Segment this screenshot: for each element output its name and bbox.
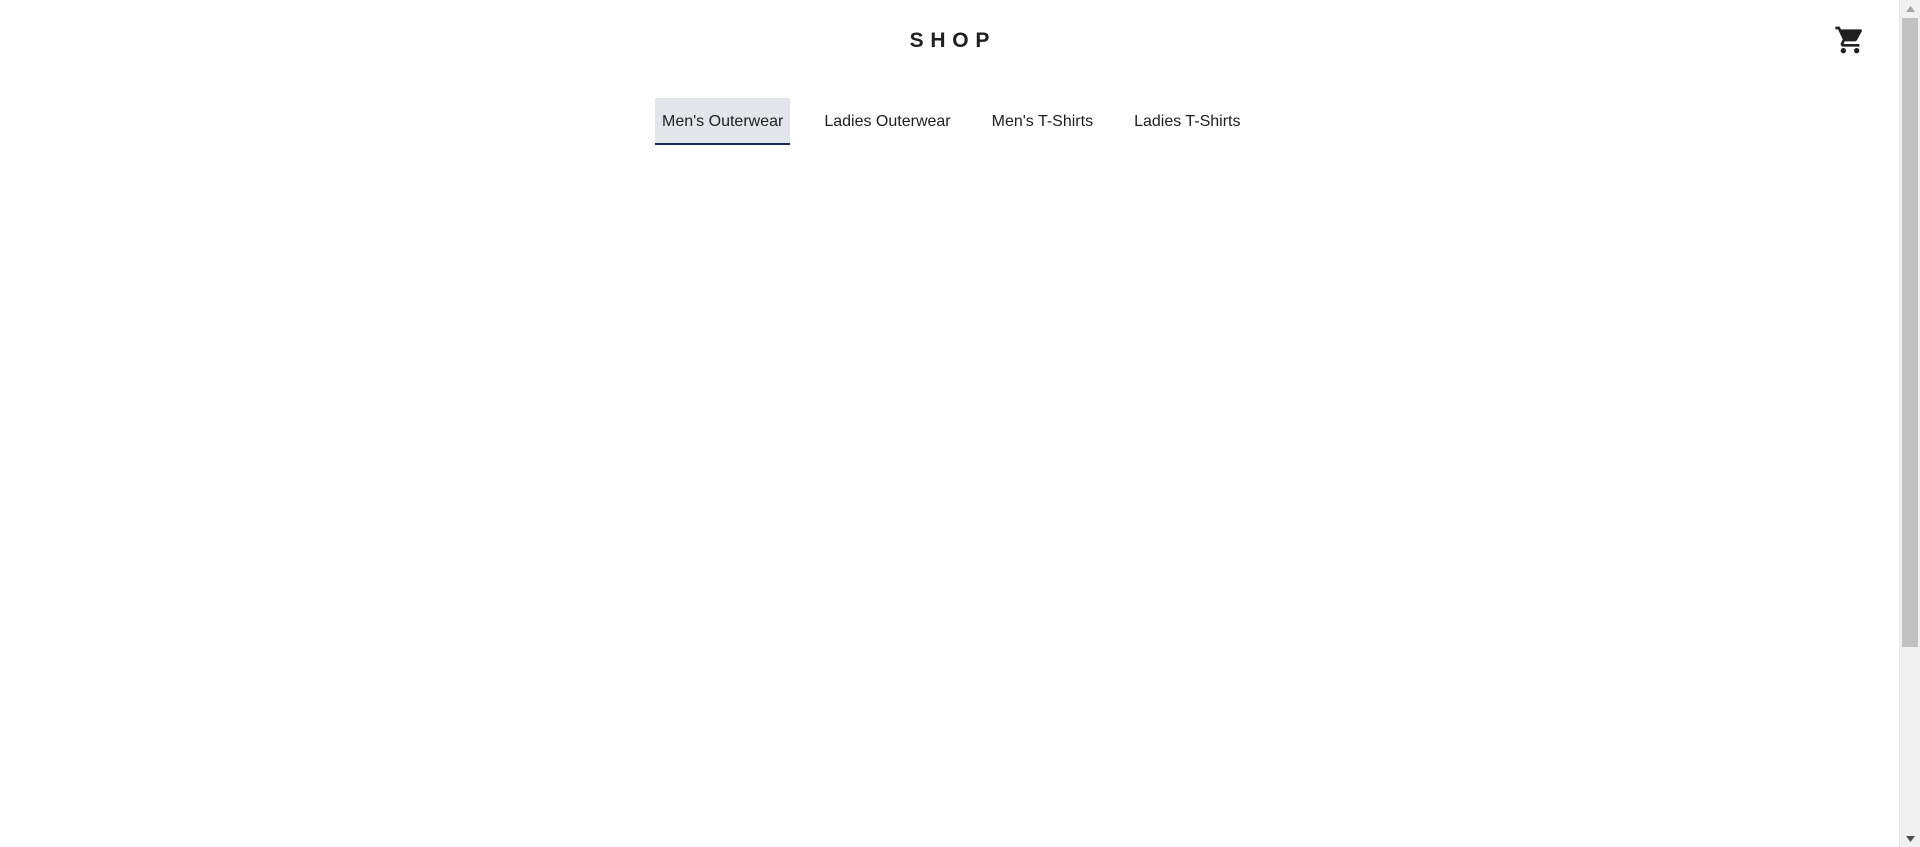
cart-button[interactable] [1828, 23, 1872, 57]
tab-mens-outerwear[interactable]: Men's Outerwear [655, 98, 791, 145]
tab-label: Ladies T-Shirts [1134, 112, 1241, 130]
tab-label: Men's T-Shirts [991, 112, 1094, 130]
vertical-scrollbar[interactable] [1899, 0, 1920, 847]
tab-label: Ladies Outerwear [824, 112, 951, 130]
scroll-up-button[interactable] [1900, 0, 1920, 17]
category-tabs: Men's Outerwear Ladies Outerwear Men's T… [655, 98, 1248, 145]
tab-ladies-outerwear[interactable]: Ladies Outerwear [817, 98, 957, 145]
scroll-down-button[interactable] [1900, 830, 1920, 847]
arrow-down-icon [1905, 835, 1915, 842]
shop-logo[interactable]: SHOP [0, 28, 1899, 54]
tab-ladies-t-shirts[interactable]: Ladies T-Shirts [1127, 98, 1247, 145]
arrow-up-icon [1905, 5, 1915, 12]
shopping-cart-icon [1835, 26, 1863, 54]
shop-page: SHOP Men's Outerwear Ladies Outerwear Me… [0, 0, 1899, 847]
browser-viewport: SHOP Men's Outerwear Ladies Outerwear Me… [0, 0, 1920, 847]
scroll-thumb[interactable] [1902, 18, 1918, 647]
tab-label: Men's Outerwear [662, 112, 784, 130]
tab-mens-t-shirts[interactable]: Men's T-Shirts [985, 98, 1100, 145]
